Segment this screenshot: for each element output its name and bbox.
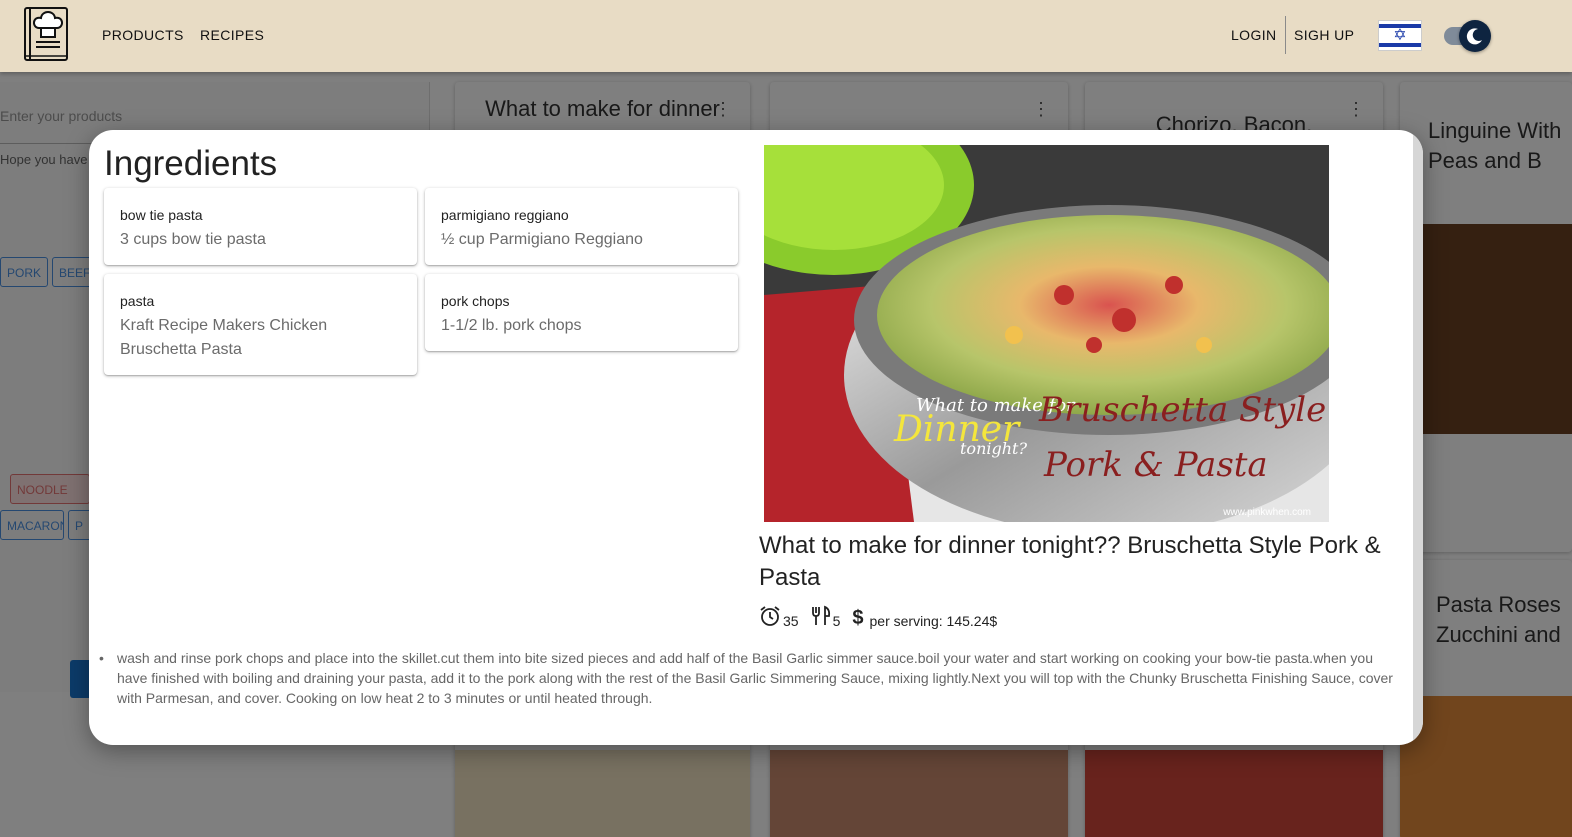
servings-value: 5 [832,613,841,629]
price-per-serving: per serving: 145.24$ [869,613,998,629]
nav-recipes-link[interactable]: RECIPES [200,27,264,43]
photo-caption-line3: tonight? [960,439,1028,458]
flag-stripe-bottom [1379,43,1421,47]
recipe-meta: 35 5 $ per serving: 145.24$ [759,602,997,630]
login-link[interactable]: LOGIN [1231,27,1277,43]
ingredient-name: pasta [120,293,155,309]
ingredient-card: bow tie pasta 3 cups bow tie pasta [104,188,417,265]
prep-time-value: 35 [783,613,799,629]
ingredient-card: pasta Kraft Recipe Makers Chicken Brusch… [104,274,417,375]
moon-icon[interactable] [1459,20,1491,52]
ingredient-quantity: 1-1/2 lb. pork chops [441,317,582,334]
signup-link[interactable]: SIGH UP [1294,27,1354,43]
ingredient-quantity: Kraft Recipe Makers Chicken Bruschetta P… [120,317,328,358]
ingredient-name: parmigiano reggiano [441,207,569,223]
ingredient-name: bow tie pasta [120,207,203,223]
recipe-photo: What to make for Dinner tonight? Brusche… [764,145,1329,522]
modal-scrollbar[interactable] [1413,130,1423,745]
instructions-list: wash and rinse pork chops and place into… [99,648,1404,708]
nav-products-link[interactable]: PRODUCTS [102,27,184,43]
recipe-title: What to make for dinner tonight?? Brusch… [759,532,1381,591]
nav-divider [1285,16,1286,54]
photo-caption-title1: Bruschetta Style [1039,390,1327,430]
instruction-step: wash and rinse pork chops and place into… [99,648,1404,708]
recipe-details-modal: Ingredients bow tie pasta 3 cups bow tie… [89,130,1423,745]
photo-credit: www.pinkwhen.com [1223,507,1311,518]
ingredient-quantity: 3 cups bow tie pasta [120,231,266,248]
chef-cookbook-logo-icon[interactable] [22,2,70,62]
ingredients-heading: Ingredients [104,144,278,183]
ingredient-card: pork chops 1-1/2 lb. pork chops [425,274,738,351]
photo-caption-title2: Pork & Pasta [1044,445,1268,485]
ingredient-name: pork chops [441,293,510,309]
ingredient-card: parmigiano reggiano ½ cup Parmigiano Reg… [425,188,738,265]
alarm-clock-icon [759,605,781,630]
top-navbar: PRODUCTS RECIPES LOGIN SIGH UP ✡ [0,0,1572,72]
ingredient-quantity: ½ cup Parmigiano Reggiano [441,231,643,248]
utensils-icon [811,605,831,630]
dollar-icon: $ [852,607,864,629]
israel-flag-icon[interactable]: ✡ [1378,20,1422,51]
